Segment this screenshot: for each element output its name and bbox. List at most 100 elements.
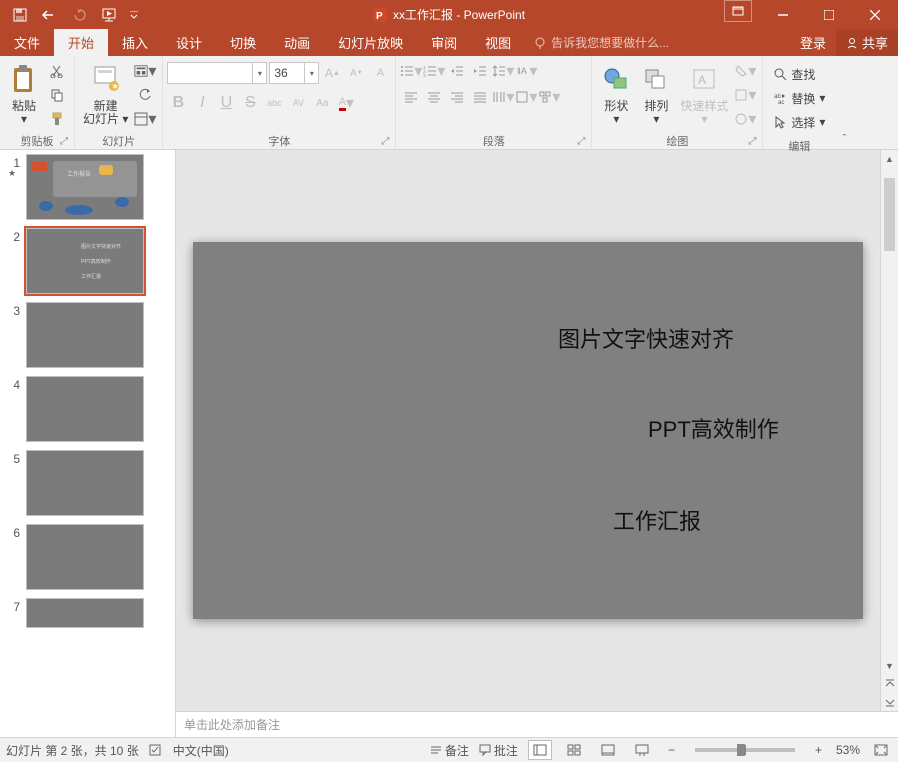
align-right-button[interactable]: [446, 86, 468, 108]
zoom-slider[interactable]: [695, 748, 795, 752]
collapse-ribbon-button[interactable]: ˆ: [843, 133, 847, 145]
new-slide-button[interactable]: ✶ 新建 幻灯片 ▾: [79, 58, 132, 128]
tab-view[interactable]: 视图: [471, 29, 525, 56]
grow-font-button[interactable]: A▲: [321, 62, 343, 84]
tab-design[interactable]: 设计: [162, 29, 216, 56]
zoom-percent[interactable]: 53%: [836, 743, 860, 757]
font-launcher[interactable]: ⤢: [381, 136, 389, 147]
arrange-button[interactable]: 排列▾: [636, 58, 676, 128]
tab-animations[interactable]: 动画: [270, 29, 324, 56]
slide-thumbnail-1[interactable]: 工作报告: [26, 154, 144, 220]
slide-canvas-area[interactable]: 图片文字快速对齐 PPT高效制作 工作汇报: [176, 150, 880, 711]
bold-button[interactable]: B: [167, 92, 189, 114]
text-line-1[interactable]: 图片文字快速对齐: [558, 322, 734, 354]
underline-button[interactable]: U: [215, 92, 237, 114]
copy-button[interactable]: [46, 84, 68, 106]
section-button[interactable]: ▾: [134, 108, 156, 130]
slide-position-indicator[interactable]: 幻灯片 第 2 张，共 10 张: [6, 742, 139, 759]
scroll-down-button[interactable]: ▼: [881, 657, 898, 675]
spellcheck-icon[interactable]: [149, 743, 163, 757]
paragraph-launcher[interactable]: ⤢: [577, 136, 585, 147]
clipboard-launcher[interactable]: ⤢: [60, 136, 68, 147]
find-button[interactable]: 查找: [769, 62, 819, 86]
quick-styles-button[interactable]: A 快速样式▾: [676, 58, 732, 128]
shape-effects-button[interactable]: ▾: [734, 108, 756, 130]
bullets-button[interactable]: ▾: [400, 60, 422, 82]
reset-slide-button[interactable]: [134, 84, 156, 106]
zoom-in-button[interactable]: +: [811, 743, 826, 757]
slide-thumbnail-2[interactable]: 图片文字快速对齐PPT高效制作工作汇报: [26, 228, 144, 294]
char-spacing-button[interactable]: AV: [287, 92, 309, 114]
sign-in-button[interactable]: 登录: [790, 29, 836, 56]
font-color-button[interactable]: A ▾: [335, 92, 357, 114]
notes-pane[interactable]: 单击此处添加备注: [176, 711, 898, 737]
fit-to-window-button[interactable]: [870, 744, 892, 756]
slideshow-view-button[interactable]: [630, 740, 654, 760]
smartart-convert-button[interactable]: ▾: [538, 86, 560, 108]
save-button[interactable]: [6, 1, 34, 29]
normal-view-button[interactable]: [528, 740, 552, 760]
language-indicator[interactable]: 中文(中国): [173, 742, 229, 759]
close-button[interactable]: [852, 0, 898, 29]
zoom-out-button[interactable]: −: [664, 743, 679, 757]
scroll-thumb[interactable]: [884, 178, 895, 251]
justify-button[interactable]: [469, 86, 491, 108]
tab-file[interactable]: 文件: [0, 29, 54, 56]
tell-me-search[interactable]: 告诉我您想要做什么...: [525, 29, 677, 56]
next-slide-button[interactable]: [881, 693, 898, 711]
current-slide[interactable]: 图片文字快速对齐 PPT高效制作 工作汇报: [193, 242, 863, 619]
text-line-2[interactable]: PPT高效制作: [648, 412, 779, 444]
tab-transitions[interactable]: 切换: [216, 29, 270, 56]
font-family-combo[interactable]: ▾: [167, 62, 267, 84]
text-direction-button[interactable]: ‖A▾: [515, 60, 537, 82]
italic-button[interactable]: I: [191, 92, 213, 114]
decrease-indent-button[interactable]: [446, 60, 468, 82]
align-center-button[interactable]: [423, 86, 445, 108]
columns-button[interactable]: ▾: [492, 86, 514, 108]
numbering-button[interactable]: 123▾: [423, 60, 445, 82]
align-left-button[interactable]: [400, 86, 422, 108]
maximize-button[interactable]: [806, 0, 852, 29]
clear-formatting-button[interactable]: A: [369, 62, 391, 84]
align-text-button[interactable]: ▾: [515, 86, 537, 108]
tab-review[interactable]: 审阅: [417, 29, 471, 56]
scroll-up-button[interactable]: ▲: [881, 150, 898, 168]
vertical-scrollbar[interactable]: ▲ ▼: [880, 150, 898, 711]
slide-thumbnail-7[interactable]: [26, 598, 144, 628]
reading-view-button[interactable]: [596, 740, 620, 760]
slide-thumbnails-panel[interactable]: 1★ 工作报告 2 图片文字快速对齐PPT高效制作工作汇报 3 4 5 6 7: [0, 150, 176, 737]
prev-slide-button[interactable]: [881, 675, 898, 693]
replace-button[interactable]: abac替换 ▾: [769, 86, 829, 110]
notes-toggle[interactable]: 备注: [430, 742, 469, 759]
slide-thumbnail-5[interactable]: [26, 450, 144, 516]
slide-thumbnail-3[interactable]: [26, 302, 144, 368]
select-button[interactable]: 选择 ▾: [769, 110, 829, 134]
comments-toggle[interactable]: 批注: [479, 742, 518, 759]
sorter-view-button[interactable]: [562, 740, 586, 760]
text-line-3[interactable]: 工作汇报: [613, 504, 701, 536]
increase-indent-button[interactable]: [469, 60, 491, 82]
shape-fill-button[interactable]: ▾: [734, 60, 756, 82]
tab-insert[interactable]: 插入: [108, 29, 162, 56]
font-size-combo[interactable]: 36▾: [269, 62, 319, 84]
zoom-slider-handle[interactable]: [737, 744, 745, 756]
tab-slideshow[interactable]: 幻灯片放映: [324, 29, 417, 56]
format-painter-button[interactable]: [46, 108, 68, 130]
slide-layout-button[interactable]: ▾: [134, 60, 156, 82]
minimize-button[interactable]: [760, 0, 806, 29]
shape-outline-button[interactable]: ▾: [734, 84, 756, 106]
shapes-button[interactable]: 形状▾: [596, 58, 636, 128]
tab-home[interactable]: 开始: [54, 29, 108, 56]
slide-thumbnail-6[interactable]: [26, 524, 144, 590]
start-from-beginning-button[interactable]: [96, 1, 124, 29]
line-spacing-button[interactable]: ▾: [492, 60, 514, 82]
paste-button[interactable]: 粘贴▾: [4, 58, 44, 128]
cut-button[interactable]: [46, 60, 68, 82]
shrink-font-button[interactable]: A▼: [345, 62, 367, 84]
strikethrough-button[interactable]: S: [239, 92, 261, 114]
share-button[interactable]: 共享: [836, 29, 898, 56]
slide-thumbnail-4[interactable]: [26, 376, 144, 442]
change-case-button[interactable]: Aa: [311, 92, 333, 114]
redo-button[interactable]: [66, 1, 94, 29]
undo-button[interactable]: [36, 1, 64, 29]
